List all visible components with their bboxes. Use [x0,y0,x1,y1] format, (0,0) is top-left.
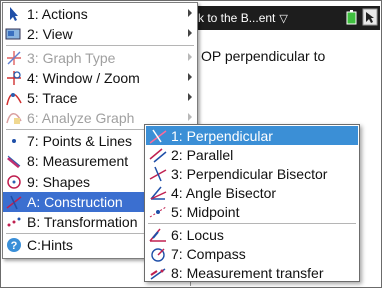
menu-item-label: 7: Points & Lines [27,133,133,149]
menu-item-label: A: Construction [27,194,123,210]
document-tab-title[interactable]: k to the B...ent [198,11,275,25]
compass-icon [146,245,170,263]
battery-icon [346,10,357,25]
transformation-icon [3,213,25,231]
measurement-transfer-icon [146,264,170,282]
parallel-icon [146,146,170,164]
points-lines-icon [3,132,25,150]
angle-bisector-icon [146,184,170,202]
locus-icon [146,226,170,244]
submenu-item-midpoint[interactable]: 5: Midpoint [146,202,358,221]
cursor-arrow-icon [3,5,25,23]
document-settings-icon[interactable] [362,8,378,26]
shapes-icon [3,173,25,191]
menu-item-label: 8: Measurement [27,153,129,169]
menu-item-label: 3: Graph Type [27,50,116,66]
submenu-item-label: 8: Measurement transfer [171,264,324,281]
submenu-arrow-icon [188,53,192,61]
submenu-item-angle-bisector[interactable]: 4: Angle Bisector [146,183,358,202]
submenu-item-compass[interactable]: 7: Compass [146,244,358,263]
submenu-item-perpendicular[interactable]: 1: Perpendicular [146,126,358,145]
submenu-arrow-icon [188,73,192,81]
perpendicular-bisector-icon [146,165,170,183]
svg-text:?: ? [11,240,18,252]
hints-icon: ? [3,236,25,254]
submenu-item-locus[interactable]: 6: Locus [146,225,358,244]
submenu-item-label: 1: Perpendicular [171,127,273,144]
menu-item-label: 5: Trace [27,90,78,106]
submenu-item-label: 2: Parallel [171,146,234,163]
menu-item-actions[interactable]: 1: Actions [3,4,197,24]
menu-separator [6,45,194,46]
analyze-graph-icon [3,109,25,127]
menu-item-label: 1: Actions [27,6,88,22]
submenu-item-measurement-transfer[interactable]: 8: Measurement transfer [146,263,358,282]
window-zoom-icon [3,69,25,87]
tab-dropdown-icon[interactable]: ▽ [279,12,287,25]
perpendicular-icon [146,127,170,145]
submenu-item-label: 7: Compass [171,245,246,262]
view-icon [3,25,25,43]
menu-item-window-zoom[interactable]: 4: Window / Zoom [3,68,197,88]
document-tab-bar: k to the B...ent ▽ [190,6,380,30]
menu-item-label: 9: Shapes [27,174,91,190]
submenu-item-parallel[interactable]: 2: Parallel [146,145,358,164]
menu-item-label: 6: Analyze Graph [27,110,135,126]
submenu-arrow-icon [188,29,192,37]
trace-icon [3,89,25,107]
submenu-item-label: 3: Perpendicular Bisector [171,165,328,182]
menu-item-label: C:Hints [27,237,73,253]
submenu-item-label: 5: Midpoint [171,203,240,220]
submenu-item-label: 4: Angle Bisector [171,184,277,201]
submenu-arrow-icon [188,9,192,17]
midpoint-icon [146,203,170,221]
document-text: OP perpendicular to [201,48,326,64]
submenu-separator [148,223,356,224]
menu-item-label: B: Transformation [27,214,138,230]
measurement-icon [3,152,25,170]
menu-item-trace[interactable]: 5: Trace [3,88,197,108]
construction-icon [3,193,25,211]
construction-submenu: 1: Perpendicular 2: Parallel 3: Perpendi… [144,124,360,282]
menu-item-view[interactable]: 2: View [3,24,197,44]
submenu-item-label: 6: Locus [171,226,224,243]
menu-item-label: 4: Window / Zoom [27,70,140,86]
submenu-arrow-icon [188,113,192,121]
submenu-item-perpendicular-bisector[interactable]: 3: Perpendicular Bisector [146,164,358,183]
menu-item-label: 2: View [27,26,73,42]
graph-type-icon [3,49,25,67]
submenu-arrow-icon [188,93,192,101]
menu-item-graph-type[interactable]: 3: Graph Type [3,48,197,68]
